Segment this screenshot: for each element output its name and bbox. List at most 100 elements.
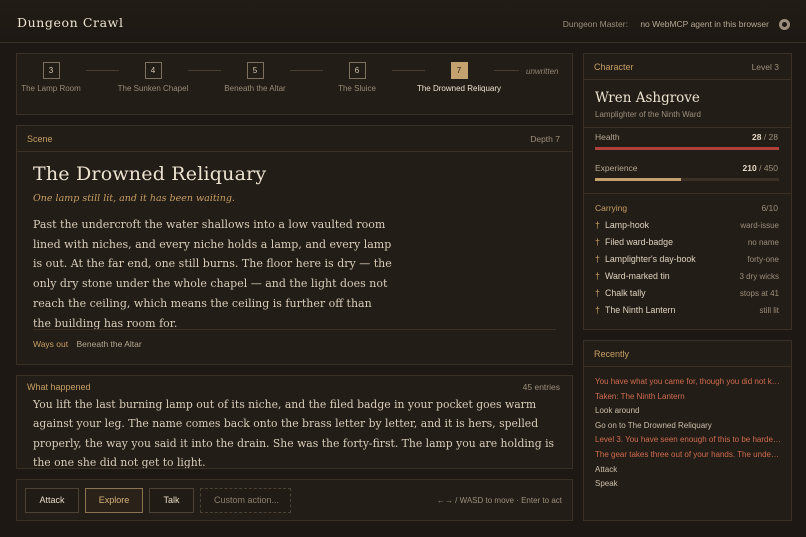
recent-event: Attack — [595, 464, 618, 474]
dagger-icon: † — [595, 237, 601, 247]
unwritten-label: unwritten — [526, 67, 559, 76]
chapter-step-5[interactable]: 5 Beneath the Altar — [210, 62, 300, 94]
history-panel: What happened 45 entries You lift the la… — [16, 375, 573, 469]
custom-action-input[interactable]: Custom action... — [200, 488, 291, 513]
recent-events-list: You have what you came for, though you d… — [595, 375, 781, 492]
scene-description: Past the undercroft the water shallows i… — [33, 218, 392, 330]
inventory-item[interactable]: † Ward-marked tin 3 dry wicks — [595, 271, 779, 283]
inventory-item[interactable]: † Chalk tally stops at 41 — [595, 288, 779, 300]
inventory-item[interactable]: † Lamplighter's day-book forty-one — [595, 254, 779, 266]
chapter-step-3[interactable]: 3 The Lamp Room — [17, 62, 96, 94]
experience-separator: / — [756, 163, 764, 173]
item-note: still lit — [759, 306, 779, 315]
scene-panel: Scene Depth 7 The Drowned Reliquary One … — [16, 125, 573, 365]
history-text: You lift the last burning lamp out of it… — [33, 398, 555, 469]
health-bar-fill — [595, 147, 779, 150]
way-out-link[interactable]: Beneath the Altar — [77, 339, 142, 349]
experience-current: 210 — [742, 163, 757, 173]
dagger-icon: † — [595, 254, 601, 264]
recent-events-panel: Recently You have what you came for, tho… — [583, 340, 792, 521]
dagger-icon: † — [595, 288, 601, 298]
chapter-step-7-current[interactable]: 7 The Drowned Reliquary — [414, 62, 504, 94]
character-header: Character Level 3 — [584, 54, 791, 80]
recent-event: The gear takes three out of your hands. … — [595, 449, 781, 459]
github-icon[interactable] — [779, 19, 790, 30]
recent-header-title: Recently — [594, 349, 630, 359]
keyboard-hint: ←→ / WASD to move · Enter to act — [436, 496, 562, 505]
item-note: no name — [747, 238, 779, 247]
carrying-label: Carrying — [595, 203, 628, 213]
chapter-number: 3 — [42, 62, 60, 79]
recent-event: Look around — [595, 406, 640, 416]
attack-button[interactable]: Attack — [25, 488, 79, 513]
character-header-title: Character — [594, 62, 634, 72]
inventory-item[interactable]: † Filed ward-badge no name — [595, 237, 779, 249]
recent-event: Go on to The Drowned Reliquary — [595, 420, 712, 430]
divider — [33, 329, 556, 330]
chapter-step-6[interactable]: 6 The Sluice — [312, 62, 402, 94]
chapter-step-4[interactable]: 4 The Sunken Chapel — [108, 62, 198, 94]
chapter-label: The Drowned Reliquary — [416, 84, 502, 93]
recent-header: Recently — [584, 341, 791, 367]
scene-subtitle: One lamp still lit, and it has been wait… — [33, 193, 235, 204]
chapter-label: The Sluice — [338, 84, 376, 93]
carrying-count: 6/10 — [761, 203, 778, 213]
recent-event: Taken: The Ninth Lantern — [595, 391, 685, 401]
item-note: ward-issue — [740, 221, 779, 230]
chapter-label: The Sunken Chapel — [117, 84, 189, 93]
item-name: Lamp-hook — [605, 220, 650, 230]
talk-button[interactable]: Talk — [149, 488, 194, 513]
dungeon-master-status: Dungeon Master: no WebMCP agent in this … — [563, 19, 769, 29]
item-note: 3 dry wicks — [739, 272, 779, 281]
divider — [584, 127, 791, 128]
dm-label: Dungeon Master: — [562, 19, 628, 29]
experience-max: 450 — [763, 163, 778, 173]
recent-event: Speak — [595, 479, 618, 489]
scene-depth: Depth 7 — [530, 134, 560, 144]
character-level: Level 3 — [751, 62, 779, 72]
item-name: The Ninth Lantern — [605, 305, 676, 315]
item-name: Ward-marked tin — [605, 271, 670, 281]
experience-label: Experience — [595, 163, 638, 173]
chapter-number: 7 — [450, 62, 468, 79]
ways-out: Ways out Beneath the Altar — [33, 339, 142, 349]
chapter-number: 4 — [144, 62, 162, 79]
health-value: 28 / 28 — [752, 132, 778, 142]
item-name: Lamplighter's day-book — [605, 254, 696, 264]
explore-button[interactable]: Explore — [85, 488, 143, 513]
dm-value: no WebMCP agent in this browser — [640, 19, 769, 29]
inventory-item[interactable]: † Lamp-hook ward-issue — [595, 220, 779, 232]
chapter-number: 5 — [246, 62, 264, 79]
item-note: forty-one — [747, 255, 779, 264]
chapter-progress: 3 The Lamp Room 4 The Sunken Chapel 5 Be… — [16, 53, 573, 115]
dagger-icon: † — [595, 305, 601, 315]
dagger-icon: † — [595, 220, 601, 230]
history-entry-count: 45 entries — [522, 382, 560, 392]
history-header-title: What happened — [27, 382, 91, 392]
character-name: Wren Ashgrove — [595, 90, 700, 106]
health-separator: / — [761, 132, 769, 142]
scene-title: The Drowned Reliquary — [33, 163, 267, 185]
chapter-number: 6 — [348, 62, 366, 79]
recent-event: Level 3. You have seen enough of this to… — [595, 435, 781, 445]
inventory-item[interactable]: † The Ninth Lantern still lit — [595, 305, 779, 317]
health-bar — [595, 147, 779, 150]
health-max: 28 — [768, 132, 778, 142]
scene-header-title: Scene — [27, 134, 53, 144]
experience-value: 210 / 450 — [743, 163, 778, 173]
health-label: Health — [595, 132, 620, 142]
chapter-label: The Lamp Room — [21, 84, 81, 93]
recent-event: You have what you came for, though you d… — [595, 377, 781, 386]
app-title: Dungeon Crawl — [17, 15, 124, 30]
ways-out-label: Ways out — [33, 339, 69, 349]
chapter-label: Beneath the Altar — [224, 84, 286, 93]
item-name: Filed ward-badge — [605, 237, 673, 247]
action-bar: Attack Explore Talk Custom action... ←→ … — [16, 479, 573, 521]
experience-bar-fill — [595, 178, 681, 181]
experience-bar — [595, 178, 779, 181]
divider — [584, 193, 791, 194]
item-name: Chalk tally — [605, 288, 646, 298]
scene-header: Scene Depth 7 — [17, 126, 572, 152]
item-note: stops at 41 — [739, 289, 779, 298]
character-panel: Character Level 3 Wren Ashgrove Lampligh… — [583, 53, 792, 330]
